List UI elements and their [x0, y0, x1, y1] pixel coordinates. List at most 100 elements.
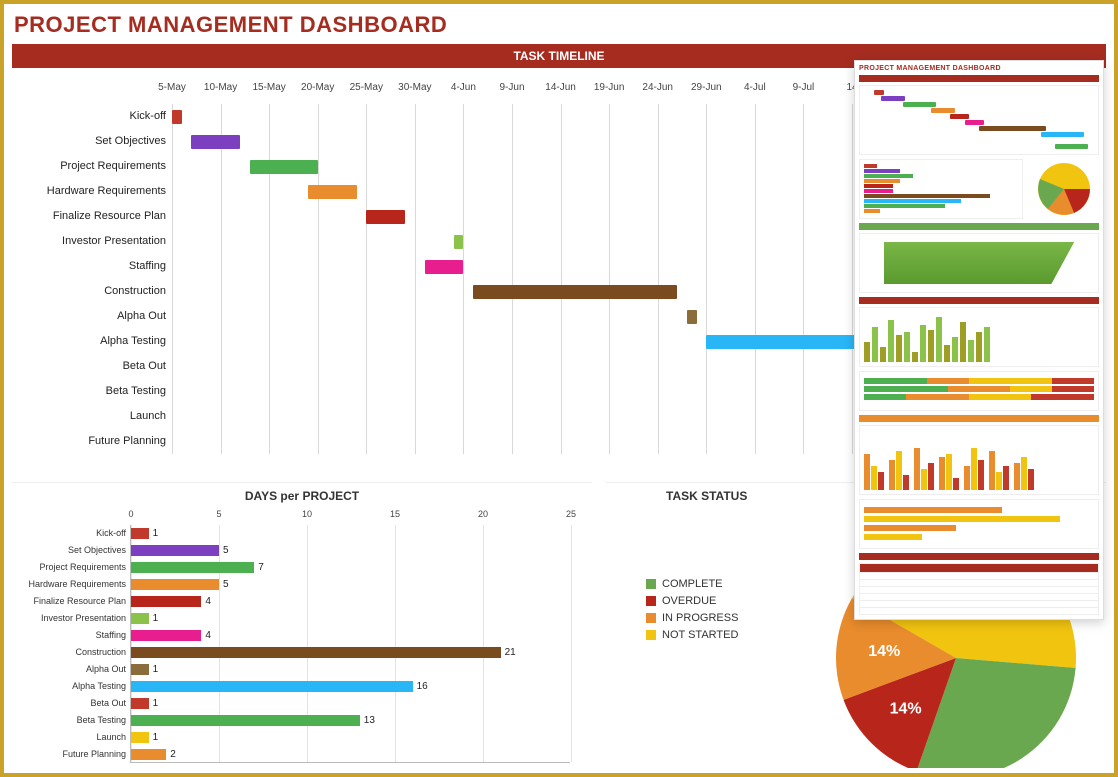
- gantt-task-label: Beta Out: [12, 354, 172, 379]
- gantt-tick: 4-Jun: [451, 82, 476, 93]
- days-task-label: Staffing: [12, 627, 130, 644]
- thumb-funnel: [859, 233, 1099, 293]
- days-bar: [131, 698, 149, 709]
- thumb-band-5: [859, 553, 1099, 560]
- days-bar: [131, 715, 360, 726]
- days-task-label: Project Requirements: [12, 559, 130, 576]
- gantt-tick: 20-May: [301, 82, 334, 93]
- days-task-label: Set Objectives: [12, 542, 130, 559]
- gantt-task-label: Set Objectives: [12, 129, 172, 154]
- days-tick: 15: [390, 509, 400, 519]
- legend-inprogress-label: IN PROGRESS: [662, 612, 738, 624]
- days-bar: [131, 749, 166, 760]
- gantt-bar: [454, 235, 464, 249]
- days-value: 1: [153, 528, 159, 539]
- gantt-tick: 9-Jul: [793, 82, 815, 93]
- days-tick: 0: [128, 509, 133, 519]
- days-per-project-panel: DAYS per PROJECT Kick-offSet ObjectivesP…: [12, 482, 592, 763]
- days-value: 5: [223, 579, 229, 590]
- gantt-tick: 30-May: [398, 82, 431, 93]
- days-value: 5: [223, 545, 229, 556]
- thumb-band-4: [859, 415, 1099, 422]
- thumb-title: PROJECT MANAGEMENT DASHBOARD: [859, 65, 1099, 72]
- dashboard-thumbnail-strip: PROJECT MANAGEMENT DASHBOARD: [854, 60, 1104, 620]
- gantt-tick: 25-May: [350, 82, 383, 93]
- days-hbar-plot: 051015202515754142111611312: [130, 525, 570, 763]
- days-value: 1: [153, 698, 159, 709]
- days-bar: [131, 596, 201, 607]
- gantt-tick: 19-Jun: [594, 82, 625, 93]
- gantt-tick: 4-Jul: [744, 82, 766, 93]
- gantt-bar: [172, 110, 182, 124]
- days-bar: [131, 528, 149, 539]
- pie-label-overdue: 14%: [890, 701, 922, 718]
- days-tick: 10: [302, 509, 312, 519]
- gantt-task-label: Project Requirements: [12, 154, 172, 179]
- days-task-label: Alpha Out: [12, 661, 130, 678]
- days-task-label: Future Planning: [12, 746, 130, 763]
- gantt-tick: 24-Jun: [642, 82, 673, 93]
- days-bar: [131, 545, 219, 556]
- gantt-task-label: Hardware Requirements: [12, 179, 172, 204]
- days-bar: [131, 562, 254, 573]
- days-value: 1: [153, 664, 159, 675]
- thumb-hbars-2: [859, 499, 1099, 549]
- gantt-task-label: Kick-off: [12, 104, 172, 129]
- thumb-table: [859, 563, 1099, 615]
- days-bar: [131, 579, 219, 590]
- swatch-complete: [646, 579, 656, 589]
- days-task-label: Alpha Testing: [12, 678, 130, 695]
- thumb-small-columns: [859, 425, 1099, 495]
- gantt-tick: 15-May: [252, 82, 285, 93]
- thumb-band-3: [859, 297, 1099, 304]
- gantt-bar: [191, 135, 240, 149]
- swatch-overdue: [646, 596, 656, 606]
- legend-notstarted-label: NOT STARTED: [662, 629, 738, 641]
- legend-overdue-label: OVERDUE: [662, 595, 716, 607]
- gantt-tick: 10-May: [204, 82, 237, 93]
- days-tick: 5: [216, 509, 221, 519]
- gantt-tick: 9-Jun: [499, 82, 524, 93]
- gantt-bar: [425, 260, 464, 274]
- days-task-label: Launch: [12, 729, 130, 746]
- gantt-task-labels: Kick-offSet ObjectivesProject Requiremen…: [12, 104, 172, 454]
- days-value: 1: [153, 613, 159, 624]
- pie-label-inprogress: 14%: [868, 643, 900, 660]
- days-tick: 20: [478, 509, 488, 519]
- days-task-label: Kick-off: [12, 525, 130, 542]
- gantt-bar: [308, 185, 357, 199]
- gantt-task-label: Construction: [12, 279, 172, 304]
- days-task-label: Finalize Resource Plan: [12, 593, 130, 610]
- legend-overdue: OVERDUE: [646, 595, 738, 607]
- days-value: 1: [153, 732, 159, 743]
- gantt-task-label: Staffing: [12, 254, 172, 279]
- page-title: PROJECT MANAGEMENT DASHBOARD: [12, 10, 1106, 44]
- days-bar: [131, 630, 201, 641]
- gantt-task-label: Investor Presentation: [12, 229, 172, 254]
- thumb-band-1: [859, 75, 1099, 82]
- days-task-label: Beta Testing: [12, 712, 130, 729]
- days-task-label: Construction: [12, 644, 130, 661]
- days-value: 13: [364, 715, 375, 726]
- days-value: 21: [505, 647, 516, 658]
- days-bar: [131, 647, 501, 658]
- days-bar: [131, 732, 149, 743]
- swatch-inprogress: [646, 613, 656, 623]
- days-task-label: Investor Presentation: [12, 610, 130, 627]
- legend-complete: COMPLETE: [646, 578, 738, 590]
- thumb-band-2: [859, 223, 1099, 230]
- gantt-bar: [473, 285, 677, 299]
- gantt-bar: [687, 310, 697, 324]
- thumb-gantt: [859, 85, 1099, 155]
- days-value: 4: [205, 630, 211, 641]
- days-bar: [131, 613, 149, 624]
- gantt-task-label: Future Planning: [12, 429, 172, 454]
- gantt-bar: [706, 335, 861, 349]
- gantt-tick: 5-May: [158, 82, 186, 93]
- dashboard-page: PROJECT MANAGEMENT DASHBOARD TASK TIMELI…: [4, 4, 1114, 773]
- thumb-columns: [859, 307, 1099, 367]
- gantt-tick: 14-Jun: [545, 82, 576, 93]
- days-value: 4: [205, 596, 211, 607]
- legend-inprogress: IN PROGRESS: [646, 612, 738, 624]
- days-bar: [131, 664, 149, 675]
